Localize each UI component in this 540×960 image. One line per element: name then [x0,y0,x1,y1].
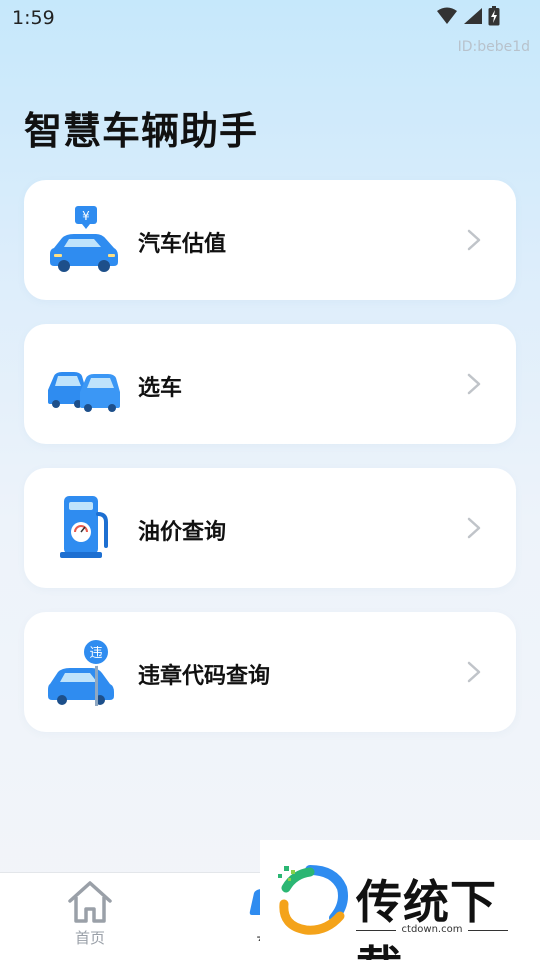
battery-icon [488,6,500,26]
menu-item-fuel-price[interactable]: 油价查询 [24,468,516,588]
signal-icon [464,8,482,24]
watermark-text: 传统下载 [356,875,497,960]
page-title: 智慧车辆助手 [24,109,259,153]
watermark-rule-right [468,930,508,931]
chevron-right-icon [467,229,481,251]
car-valuation-icon: ¥ [50,206,118,272]
home-icon [68,881,112,923]
user-id: ID:bebe1d [457,39,530,55]
svg-text:¥: ¥ [82,209,90,223]
tab-home-label: 首页 [74,929,105,947]
menu-item-label: 汽车估值 [138,232,227,257]
status-bar: 1:59 [0,0,540,36]
ctdown-logo [278,865,348,935]
menu-item-car-valuation[interactable]: ¥ 汽车估值 [24,180,516,300]
menu-item-car-selection[interactable]: 选车 [24,324,516,444]
car-selection-icon [48,372,120,412]
chevron-right-icon [467,517,481,539]
menu-item-label: 选车 [138,376,183,401]
violation-code-icon: 违 [48,638,114,706]
fuel-pump-icon [60,496,108,558]
watermark-overlay: 传统下载 ctdown.com [260,840,540,960]
menu-item-violation-code[interactable]: 违 违章代码查询 [24,612,516,732]
menu-item-label: 违章代码查询 [138,664,271,689]
tab-home[interactable]: 首页 [55,879,125,948]
wifi-icon [437,7,457,24]
status-icons [436,6,500,26]
chevron-right-icon [467,661,481,683]
svg-text:违: 违 [89,646,102,661]
menu-item-label: 油价查询 [138,520,227,545]
status-time: 1:59 [12,7,55,29]
chevron-right-icon [467,373,481,395]
feature-menu: ¥ 汽车估值 选车 油价查询 违 违章代码查询 [24,180,516,756]
